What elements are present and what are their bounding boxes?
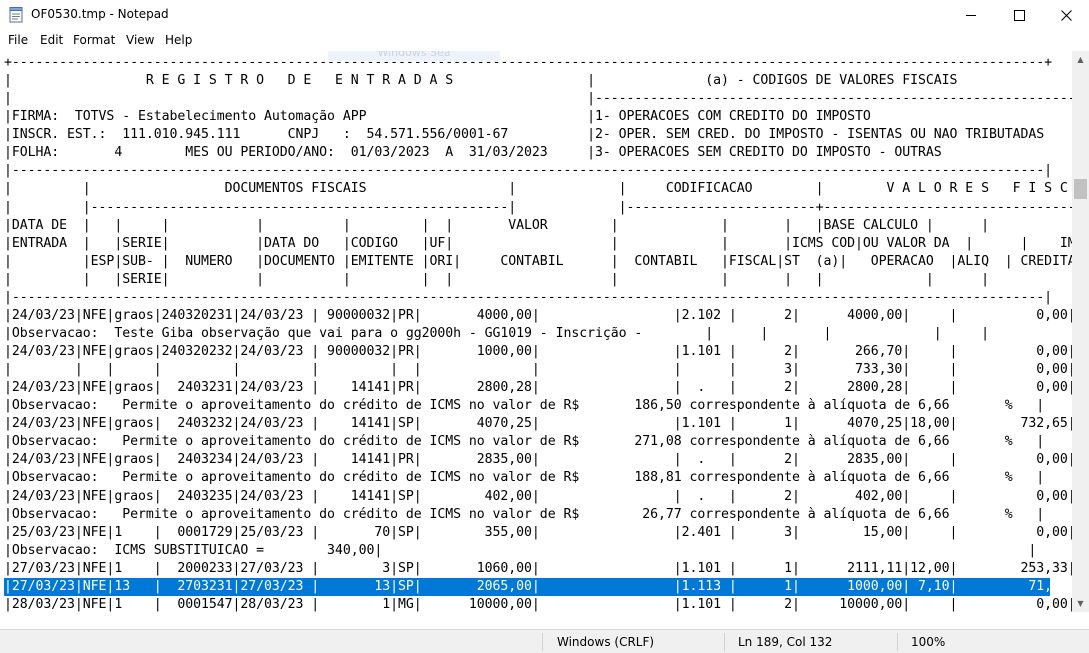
status-line-ending: Windows (CRLF) xyxy=(557,635,655,649)
text-line[interactable]: |Observacao: Permite o aproveitamento do… xyxy=(4,469,1072,487)
text-line[interactable]: |Observacao: Teste Giba observação que v… xyxy=(4,325,1072,343)
maximize-button[interactable] xyxy=(996,0,1042,31)
notepad-icon xyxy=(9,7,23,23)
menu-file[interactable]: File xyxy=(8,33,28,47)
text-content: +---------------------------------------… xyxy=(4,54,1072,612)
text-editor[interactable]: Windows Sea +---------------------------… xyxy=(0,51,1072,612)
maximize-icon xyxy=(1013,10,1025,21)
window-title: OF0530.tmp - Notepad xyxy=(31,7,169,21)
text-line[interactable]: |28/03/23|NFE|1 | 0001547|28/03/23 | 1|M… xyxy=(4,596,1072,612)
text-line[interactable]: |---------------------------------------… xyxy=(4,289,1072,307)
minimize-icon xyxy=(965,15,976,16)
text-line[interactable]: | |ESP|SUB- | NUMERO |DOCUMENTO |EMITENT… xyxy=(4,253,1072,271)
scroll-up-icon[interactable]: ▲ xyxy=(1072,51,1089,68)
menu-view[interactable]: View xyxy=(126,33,154,47)
selected-text-line[interactable]: |27/03/23|NFE|13 | 2703231|27/03/23 | 13… xyxy=(4,577,1072,596)
status-divider xyxy=(542,633,543,651)
text-line[interactable]: | | DOCUMENTOS FISCAIS | | CODIFICACAO |… xyxy=(4,180,1072,198)
scroll-thumb[interactable] xyxy=(1074,179,1087,199)
text-line[interactable]: |25/03/23|NFE|1 | 0001729|25/03/23 | 70|… xyxy=(4,524,1072,542)
minimize-button[interactable] xyxy=(948,0,994,31)
text-line[interactable]: |24/03/23|NFE|graos| 2403232|24/03/23 | … xyxy=(4,415,1072,433)
text-line[interactable]: | R E G I S T R O D E E N T R A D A S | … xyxy=(4,72,1072,90)
text-line[interactable]: |DATA DE | | | | | | | VALOR | | | |BASE… xyxy=(4,217,1072,235)
close-icon xyxy=(1060,10,1072,21)
text-line[interactable]: |24/03/23|NFE|graos| 2403231|24/03/23 | … xyxy=(4,379,1072,397)
text-line[interactable]: |Observacao: Permite o aproveitamento do… xyxy=(4,397,1072,415)
text-line[interactable]: |ENTRADA | |SERIE| |DATA DO |CODIGO |UF|… xyxy=(4,235,1072,253)
title-bar: OF0530.tmp - Notepad xyxy=(0,0,1089,31)
text-line[interactable]: |24/03/23|NFE|graos| 2403234|24/03/23 | … xyxy=(4,451,1072,469)
text-line[interactable]: |Observacao: Permite o aproveitamento do… xyxy=(4,506,1072,524)
status-divider xyxy=(724,633,725,651)
text-line[interactable]: |24/03/23|NFE|graos|240320231|24/03/23 |… xyxy=(4,307,1072,325)
text-line[interactable]: | | |SERIE| | | | | | | | | | | | xyxy=(4,271,1072,289)
menu-bar: File Edit Format View Help xyxy=(0,31,1089,51)
status-zoom: 100% xyxy=(911,635,946,649)
close-button[interactable] xyxy=(1043,0,1089,31)
menu-help[interactable]: Help xyxy=(165,33,192,47)
menu-edit[interactable]: Edit xyxy=(40,33,63,47)
vertical-scrollbar[interactable]: ▲ ▼ xyxy=(1072,51,1089,612)
text-line[interactable]: |27/03/23|NFE|1 | 2000233|27/03/23 | 3|S… xyxy=(4,560,1072,578)
scroll-down-icon[interactable]: ▼ xyxy=(1072,595,1089,612)
text-line[interactable]: +---------------------------------------… xyxy=(4,54,1072,72)
text-line[interactable]: |---------------------------------------… xyxy=(4,162,1072,180)
menu-format[interactable]: Format xyxy=(73,33,115,47)
text-line[interactable]: | |-------------------------------------… xyxy=(4,199,1072,217)
text-line[interactable]: |Observacao: ICMS SUBSTITUICAO = 340,00|… xyxy=(4,542,1072,560)
text-line[interactable]: |24/03/23|NFE|graos|240320232|24/03/23 |… xyxy=(4,343,1072,361)
status-bar: Windows (CRLF) Ln 189, Col 132 100% xyxy=(0,629,1089,653)
text-line[interactable]: |FIRMA: TOTVS - Estabelecimento Automaçã… xyxy=(4,108,1072,126)
text-line[interactable]: | | | | | | | | | | | 3| 733,30| | 0,00| xyxy=(4,361,1072,379)
text-line[interactable]: |FOLHA: 4 MES OU PERIODO/ANO: 01/03/2023… xyxy=(4,144,1072,162)
status-divider xyxy=(897,633,898,651)
text-line[interactable]: | |-------------------------------------… xyxy=(4,90,1072,108)
text-line[interactable]: |Observacao: Permite o aproveitamento do… xyxy=(4,433,1072,451)
text-line[interactable]: |INSCR. EST.: 111.010.945.111 CNPJ : 54.… xyxy=(4,126,1072,144)
status-position: Ln 189, Col 132 xyxy=(738,635,833,649)
text-line[interactable]: |24/03/23|NFE|graos| 2403235|24/03/23 | … xyxy=(4,488,1072,506)
horizontal-scroll-area xyxy=(0,612,1089,629)
